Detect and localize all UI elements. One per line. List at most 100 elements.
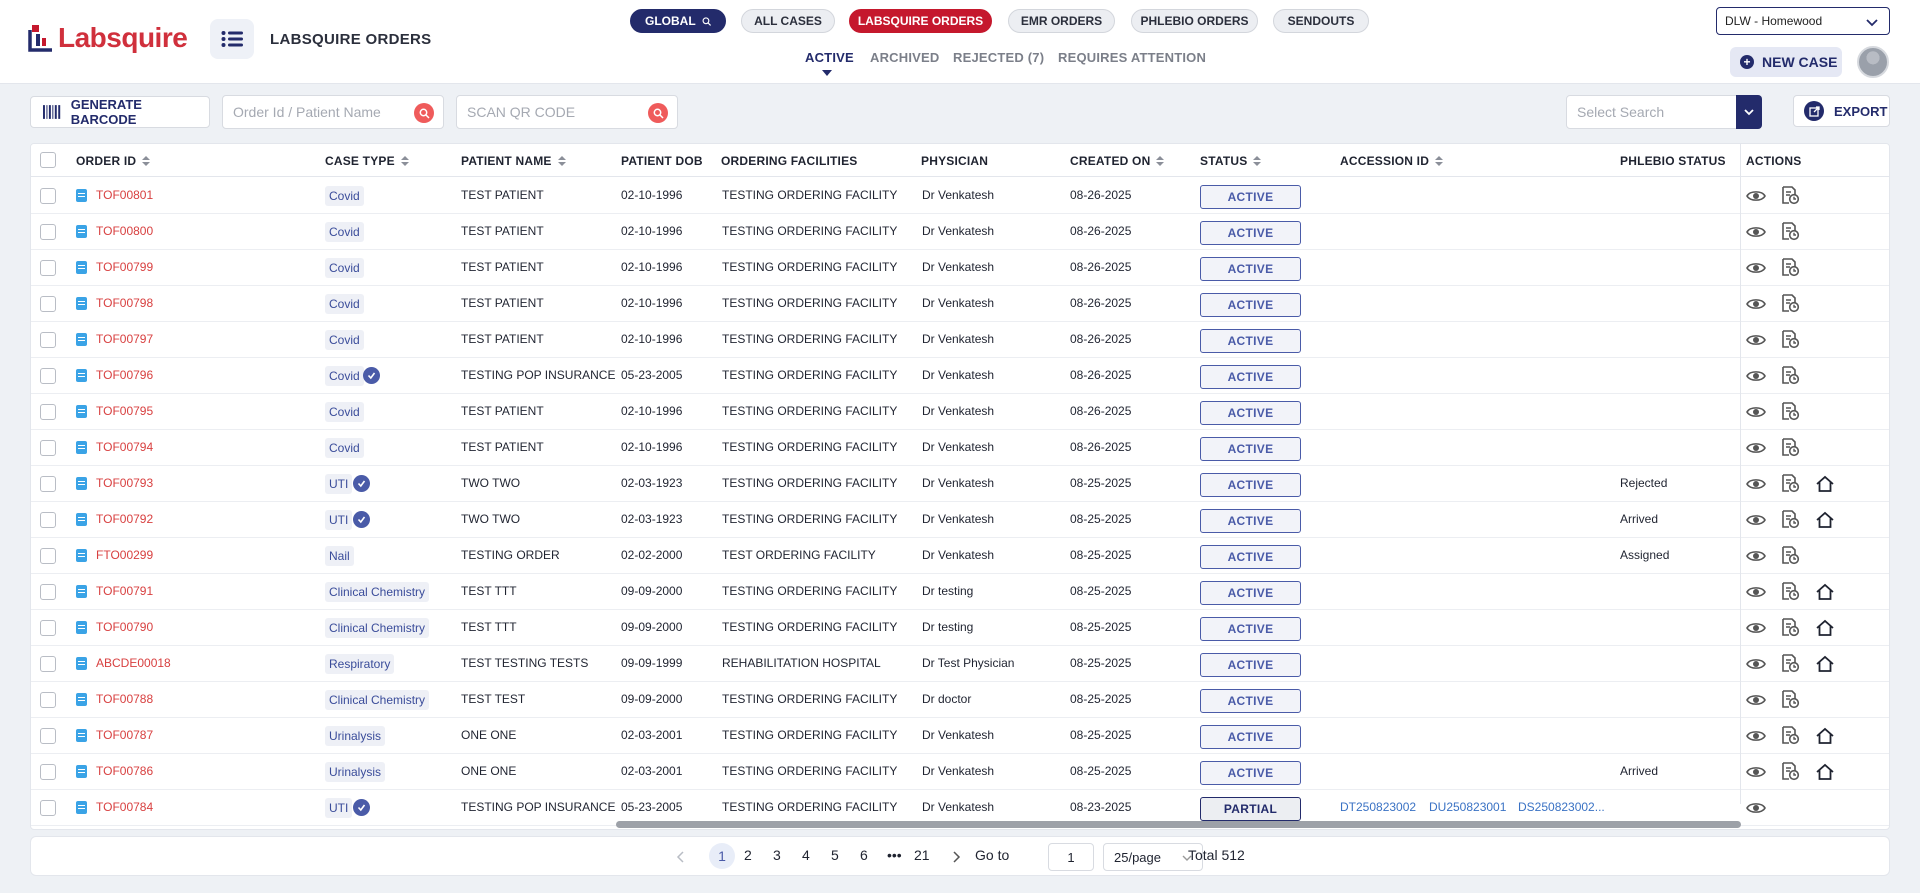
order-id-link[interactable]: TOF00792 [96, 512, 153, 526]
row-checkbox[interactable] [40, 656, 56, 672]
tab-phlebio-orders[interactable]: PHLEBIO ORDERS [1131, 9, 1258, 33]
home-icon[interactable] [1815, 619, 1835, 637]
view-eye-icon[interactable] [1746, 763, 1766, 781]
generate-barcode-button[interactable]: GENERATE BARCODE [30, 96, 210, 128]
new-case-button[interactable]: + NEW CASE [1730, 47, 1842, 77]
accession-id-link[interactable]: DT250823002 [1340, 800, 1416, 814]
view-eye-icon[interactable] [1746, 259, 1766, 277]
history-document-icon[interactable] [1780, 689, 1800, 709]
table-row[interactable]: TOF00793 UTI TWO TWO 02-03-1923 TESTING ORDE… [31, 466, 1889, 502]
scan-qr-button[interactable] [648, 103, 668, 123]
home-icon[interactable] [1815, 763, 1835, 781]
col-status[interactable]: STATUS [1200, 154, 1262, 168]
subtab-archived[interactable]: ARCHIVED [870, 50, 940, 65]
page-number[interactable]: 4 [802, 847, 810, 863]
order-search-button[interactable] [414, 103, 434, 123]
order-id-link[interactable]: TOF00790 [96, 620, 153, 634]
view-eye-icon[interactable] [1746, 799, 1766, 817]
order-search-input[interactable] [223, 96, 403, 128]
table-row[interactable]: TOF00800 Covid TEST PATIENT 02-10-1996 TESTI… [31, 214, 1889, 250]
order-id-link[interactable]: TOF00793 [96, 476, 153, 490]
page-number[interactable]: 3 [773, 847, 781, 863]
view-eye-icon[interactable] [1746, 547, 1766, 565]
view-eye-icon[interactable] [1746, 367, 1766, 385]
order-id-link[interactable]: ABCDE00018 [96, 656, 171, 670]
view-eye-icon[interactable] [1746, 403, 1766, 421]
history-document-icon[interactable] [1780, 761, 1800, 781]
table-row[interactable]: ABCDE00018 Respiratory TEST TESTING TESTS 0… [31, 646, 1889, 682]
history-document-icon[interactable] [1780, 329, 1800, 349]
row-checkbox[interactable] [40, 296, 56, 312]
view-eye-icon[interactable] [1746, 439, 1766, 457]
subtab-active[interactable]: ACTIVE [805, 50, 854, 65]
order-id-link[interactable]: TOF00794 [96, 440, 153, 454]
col-case-type[interactable]: CASE TYPE [325, 154, 409, 168]
order-id-link[interactable]: TOF00797 [96, 332, 153, 346]
history-document-icon[interactable] [1780, 725, 1800, 745]
row-checkbox[interactable] [40, 584, 56, 600]
view-eye-icon[interactable] [1746, 295, 1766, 313]
history-document-icon[interactable] [1780, 221, 1800, 241]
table-row[interactable]: TOF00786 Urinalysis ONE ONE 02-03-2001 TESTI… [31, 754, 1889, 790]
table-row[interactable]: TOF00790 Clinical Chemistry TEST TTT 09-09-… [31, 610, 1889, 646]
horizontal-scrollbar[interactable] [616, 821, 1741, 828]
home-icon[interactable] [1815, 655, 1835, 673]
order-id-link[interactable]: TOF00784 [96, 800, 153, 814]
order-id-link[interactable]: TOF00801 [96, 188, 153, 202]
view-eye-icon[interactable] [1746, 655, 1766, 673]
history-document-icon[interactable] [1780, 437, 1800, 457]
order-id-link[interactable]: TOF00788 [96, 692, 153, 706]
page-number[interactable]: 5 [831, 847, 839, 863]
history-document-icon[interactable] [1780, 545, 1800, 565]
history-document-icon[interactable] [1780, 653, 1800, 673]
col-created-on[interactable]: CREATED ON [1070, 154, 1165, 168]
view-eye-icon[interactable] [1746, 583, 1766, 601]
view-eye-icon[interactable] [1746, 691, 1766, 709]
page-number[interactable]: 1 [709, 843, 735, 869]
history-document-icon[interactable] [1780, 257, 1800, 277]
row-checkbox[interactable] [40, 512, 56, 528]
order-id-link[interactable]: TOF00796 [96, 368, 153, 382]
table-row[interactable]: TOF00795 Covid TEST PATIENT 02-10-1996 TESTI… [31, 394, 1889, 430]
col-order-id[interactable]: ORDER ID [76, 154, 151, 168]
select-search-toggle[interactable] [1736, 95, 1762, 129]
row-checkbox[interactable] [40, 620, 56, 636]
row-checkbox[interactable] [40, 692, 56, 708]
table-row[interactable]: TOF00787 Urinalysis ONE ONE 02-03-2001 TESTI… [31, 718, 1889, 754]
order-id-link[interactable]: TOF00798 [96, 296, 153, 310]
row-checkbox[interactable] [40, 476, 56, 492]
view-eye-icon[interactable] [1746, 475, 1766, 493]
row-checkbox[interactable] [40, 368, 56, 384]
home-icon[interactable] [1815, 511, 1835, 529]
prev-page-icon[interactable] [676, 851, 686, 863]
location-select[interactable]: DLW - Homewood [1716, 7, 1890, 35]
order-id-link[interactable]: TOF00795 [96, 404, 153, 418]
col-accession-id[interactable]: ACCESSION ID [1340, 154, 1444, 168]
row-checkbox[interactable] [40, 188, 56, 204]
row-checkbox[interactable] [40, 260, 56, 276]
tab-all-cases[interactable]: ALL CASES [741, 9, 835, 33]
page-number[interactable]: 2 [744, 847, 752, 863]
tab-global[interactable]: GLOBAL [630, 9, 726, 33]
table-row[interactable]: TOF00791 Clinical Chemistry TEST TTT 09-09-… [31, 574, 1889, 610]
accession-id-link[interactable]: DU250823001 [1429, 800, 1506, 814]
home-icon[interactable] [1815, 475, 1835, 493]
home-icon[interactable] [1815, 727, 1835, 745]
history-document-icon[interactable] [1780, 293, 1800, 313]
table-row[interactable]: TOF00792 UTI TWO TWO 02-03-1923 TESTING ORDE… [31, 502, 1889, 538]
view-eye-icon[interactable] [1746, 187, 1766, 205]
view-eye-icon[interactable] [1746, 619, 1766, 637]
view-eye-icon[interactable] [1746, 511, 1766, 529]
table-row[interactable]: FTO00299 Nail TESTING ORDER 02-02-2000 TEST … [31, 538, 1889, 574]
table-row[interactable]: TOF00797 Covid TEST PATIENT 02-10-1996 TESTI… [31, 322, 1889, 358]
page-number[interactable]: 6 [860, 847, 868, 863]
tab-emr-orders[interactable]: EMR ORDERS [1008, 9, 1115, 33]
row-checkbox[interactable] [40, 728, 56, 744]
history-document-icon[interactable] [1780, 617, 1800, 637]
history-document-icon[interactable] [1780, 401, 1800, 421]
table-row[interactable]: TOF00796 Covid TESTING POP INSURANCE 05-23-… [31, 358, 1889, 394]
select-search-dropdown[interactable]: Select Search [1566, 95, 1762, 129]
table-row[interactable]: TOF00801 Covid TEST PATIENT 02-10-1996 TESTI… [31, 178, 1889, 214]
history-document-icon[interactable] [1780, 185, 1800, 205]
goto-page-input[interactable]: 1 [1048, 843, 1094, 871]
